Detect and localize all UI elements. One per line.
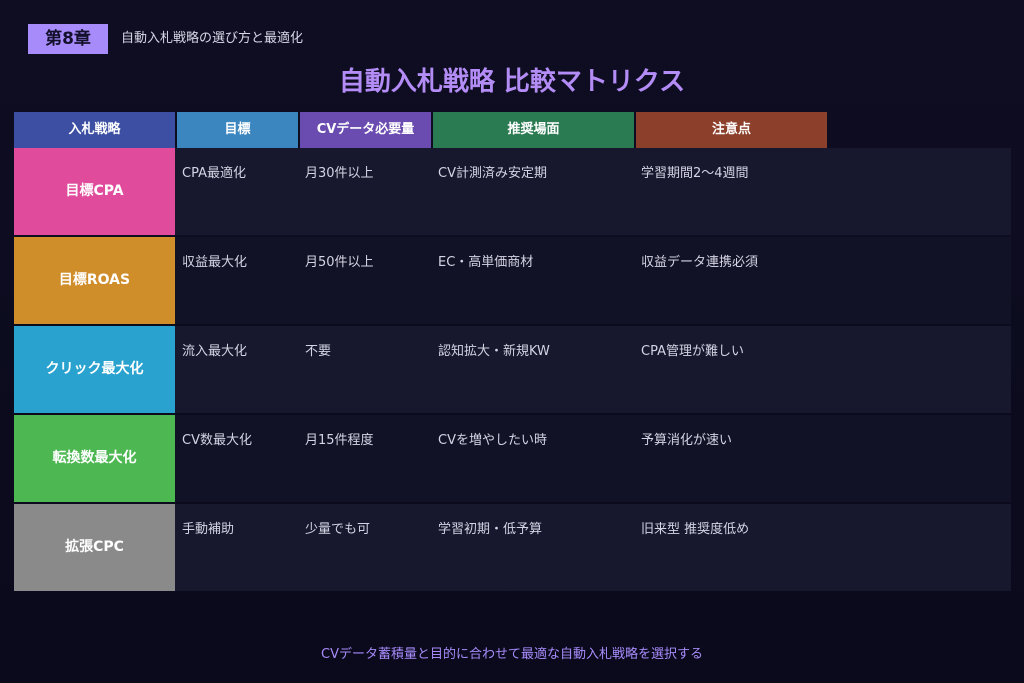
table-row bbox=[175, 415, 1011, 502]
cell-goal: CPA最適化 bbox=[182, 166, 246, 181]
cell-note: CPA管理が難しい bbox=[641, 344, 744, 359]
header-goal: 目標 bbox=[177, 112, 298, 148]
cell-scene: 学習初期・低予算 bbox=[438, 522, 543, 537]
cell-note: 学習期間2〜4週間 bbox=[641, 166, 749, 181]
header-recommended-scene: 推奨場面 bbox=[433, 112, 634, 148]
header-cv-requirement: CVデータ必要量 bbox=[300, 112, 431, 148]
cell-scene: CVを増やしたい時 bbox=[438, 433, 547, 448]
cell-goal: 流入最大化 bbox=[182, 344, 248, 359]
table-row bbox=[175, 326, 1011, 413]
cell-goal: 手動補助 bbox=[182, 522, 235, 537]
table-row bbox=[175, 148, 1011, 235]
row-label-target-roas: 目標ROAS bbox=[14, 237, 175, 324]
cell-goal: CV数最大化 bbox=[182, 433, 252, 448]
cell-scene: CV計測済み安定期 bbox=[438, 166, 547, 181]
header-caution: 注意点 bbox=[636, 112, 827, 148]
page-title: 自動入札戦略 比較マトリクス bbox=[338, 67, 686, 97]
cell-note: 旧来型 推奨度低め bbox=[641, 522, 750, 537]
cell-goal: 収益最大化 bbox=[182, 255, 248, 270]
footer-note: CVデータ蓄積量と目的に合わせて最適な自動入札戦略を選択する bbox=[321, 647, 703, 662]
row-label-enhanced-cpc: 拡張CPC bbox=[14, 504, 175, 591]
cell-scene: 認知拡大・新規KW bbox=[438, 344, 550, 359]
row-label-maximize-conversions: 転換数最大化 bbox=[14, 415, 175, 502]
table-row bbox=[175, 504, 1011, 591]
header-strategy: 入札戦略 bbox=[14, 112, 175, 148]
cell-cv-requirement: 月30件以上 bbox=[305, 166, 374, 181]
cell-cv-requirement: 月15件程度 bbox=[305, 433, 374, 448]
row-label-target-cpa: 目標CPA bbox=[14, 148, 175, 235]
cell-scene: EC・高単価商材 bbox=[438, 255, 534, 270]
chapter-subtitle: 自動入札戦略の選び方と最適化 bbox=[121, 31, 304, 46]
cell-cv-requirement: 不要 bbox=[305, 344, 332, 359]
chapter-badge: 第8章 bbox=[28, 24, 108, 54]
slide: 第8章 自動入札戦略の選び方と最適化 自動入札戦略 比較マトリクス 入札戦略 目… bbox=[0, 0, 1024, 683]
cell-cv-requirement: 月50件以上 bbox=[305, 255, 374, 270]
cell-note: 収益データ連携必須 bbox=[641, 255, 759, 270]
row-label-maximize-clicks: クリック最大化 bbox=[14, 326, 175, 413]
cell-note: 予算消化が速い bbox=[641, 433, 733, 448]
table-row bbox=[175, 237, 1011, 324]
cell-cv-requirement: 少量でも可 bbox=[305, 522, 371, 537]
